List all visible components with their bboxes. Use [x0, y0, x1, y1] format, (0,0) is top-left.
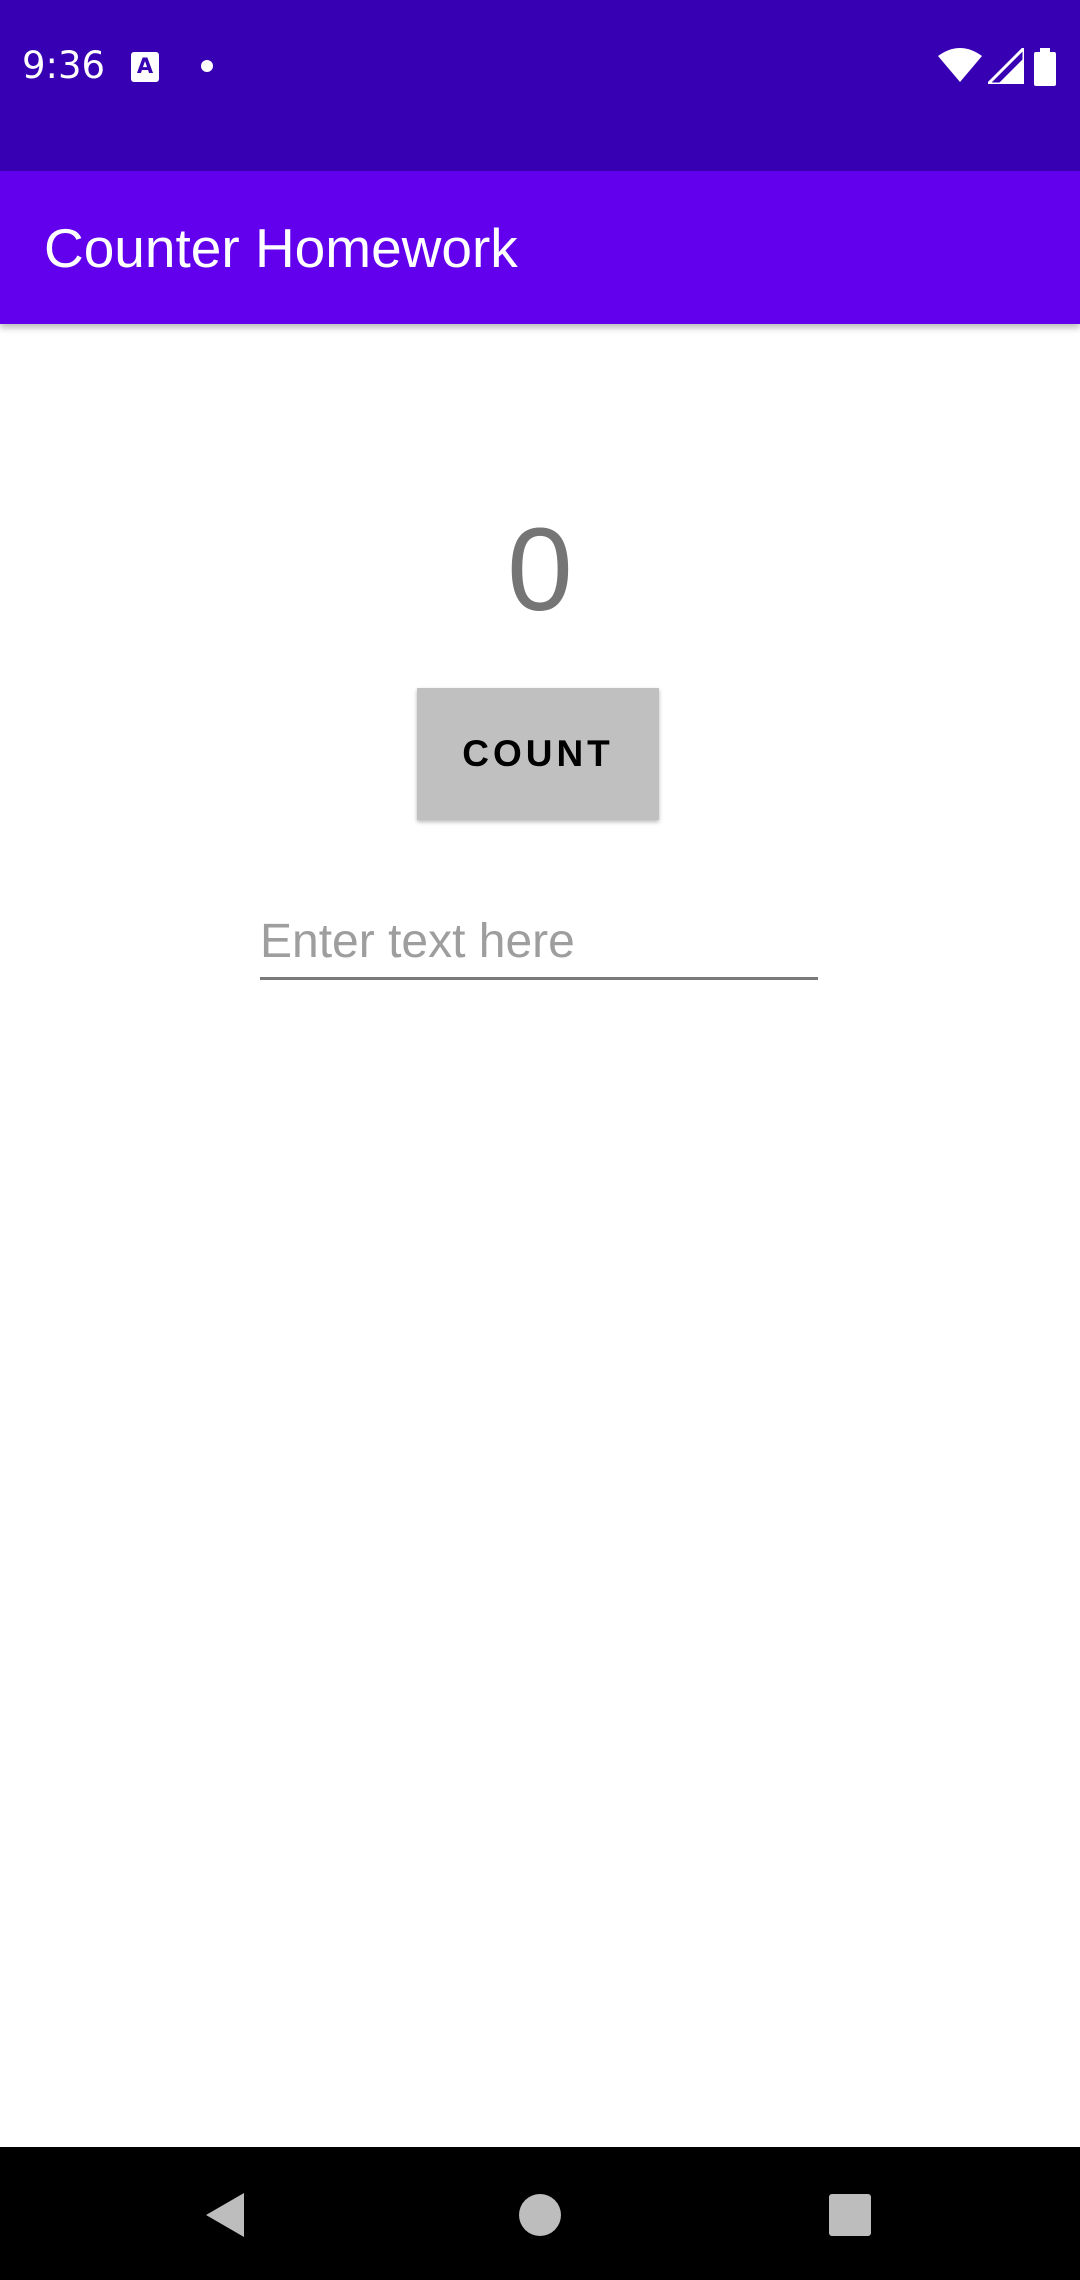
status-time: 9:36	[22, 44, 106, 87]
wifi-icon	[938, 48, 982, 82]
app-bar: Counter Homework	[0, 171, 1080, 324]
app-title: Counter Homework	[44, 217, 518, 279]
count-button[interactable]: COUNT	[417, 688, 659, 820]
cell-signal-icon	[988, 48, 1024, 84]
text-input[interactable]	[260, 905, 818, 980]
navigation-bar	[0, 2147, 1080, 2280]
battery-icon	[1034, 48, 1056, 86]
status-bar: 9:36 A	[0, 0, 1080, 171]
home-icon[interactable]	[510, 2185, 570, 2245]
counter-value: 0	[507, 504, 573, 636]
more-notifications-dot-icon	[201, 60, 213, 72]
screen: 9:36 A Counter Homework 0 COUNT	[0, 0, 1080, 2280]
recents-icon[interactable]	[820, 2185, 880, 2245]
back-icon[interactable]	[196, 2185, 256, 2245]
app-notification-icon: A	[131, 52, 159, 82]
